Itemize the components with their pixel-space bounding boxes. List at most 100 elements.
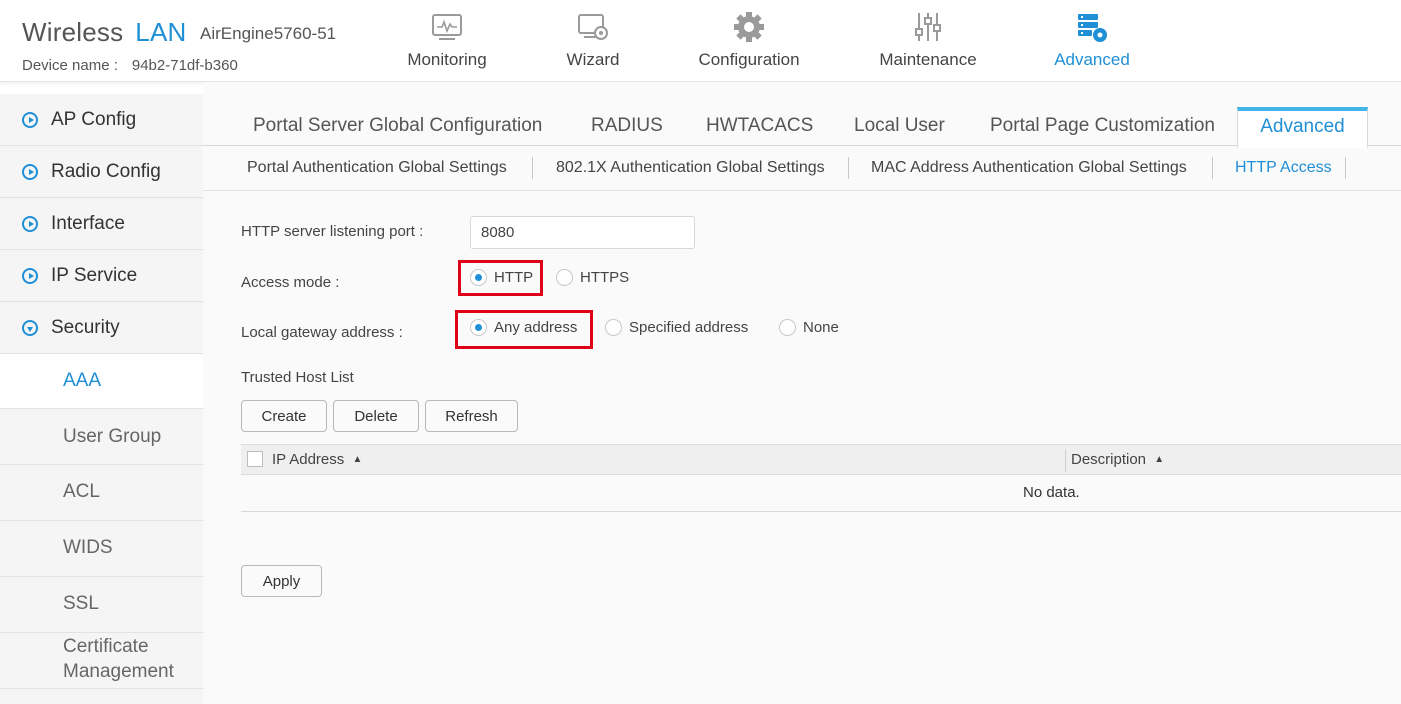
nav-label: Maintenance	[879, 50, 977, 69]
divider	[1345, 157, 1346, 179]
access-mode-label: Access mode :	[241, 274, 340, 291]
sort-asc-icon: ▲	[352, 454, 363, 465]
device-model: AirEngine5760-51	[200, 24, 337, 43]
nav-label: Configuration	[698, 50, 800, 69]
port-label: HTTP server listening port :	[241, 223, 424, 240]
tab-radius[interactable]: RADIUS	[591, 106, 663, 146]
trusted-host-list-title: Trusted Host List	[241, 369, 354, 386]
empty-table-message: No data.	[1023, 484, 1080, 501]
nav-label: Advanced	[1054, 50, 1130, 69]
collapse-arrow-icon	[22, 319, 38, 336]
tab-portal-server-global-configuration[interactable]: Portal Server Global Configuration	[253, 106, 542, 146]
sidebar-item-ip-service[interactable]: IP Service	[0, 250, 203, 302]
sort-asc-icon: ▲	[1154, 454, 1165, 465]
device-name: Device name : 94b2-71df-b360	[22, 57, 238, 74]
tab-advanced[interactable]: Advanced	[1237, 107, 1368, 148]
main-content: Portal Server Global Configuration RADIU…	[203, 82, 1401, 704]
product-logo: Wireless LAN	[22, 17, 186, 48]
radio-label: HTTP	[494, 269, 534, 286]
table-header: IP Address ▲ Description ▲	[241, 444, 1401, 475]
sidebar-subitem-label: SSL	[63, 593, 99, 614]
brand-lan: LAN	[135, 17, 187, 47]
expand-arrow-icon	[22, 163, 38, 180]
nav-advanced[interactable]: Advanced	[1022, 10, 1162, 70]
expand-arrow-icon	[22, 215, 38, 232]
sidebar-subitem-user-group[interactable]: User Group	[0, 409, 203, 465]
gateway-label: Local gateway address :	[241, 324, 403, 341]
sidebar-subitem-label: User Group	[63, 426, 162, 447]
sidebar: AP Config Radio Config Interface IP Serv…	[0, 94, 203, 704]
column-header-description[interactable]: Description ▲	[1071, 451, 1164, 468]
subtab-portal-authentication-global-settings[interactable]: Portal Authentication Global Settings	[247, 159, 507, 177]
nav-label: Wizard	[566, 50, 620, 69]
tab-bar: Portal Server Global Configuration RADIU…	[203, 106, 1401, 148]
expand-arrow-icon	[22, 267, 38, 284]
sidebar-subitem-acl[interactable]: ACL	[0, 465, 203, 521]
radio-unchecked-icon	[605, 319, 622, 336]
sidebar-subitem-aaa[interactable]: AAA	[0, 354, 203, 409]
gateway-specified-address-radio[interactable]: Specified address	[605, 319, 748, 336]
column-header-ip-address[interactable]: IP Address ▲	[272, 451, 362, 468]
column-header-label: Description	[1071, 451, 1147, 468]
tab-local-user[interactable]: Local User	[854, 106, 945, 146]
radio-label: Any address	[494, 319, 578, 336]
select-all-checkbox[interactable]	[247, 451, 263, 467]
nav-wizard[interactable]: Wizard	[523, 10, 663, 70]
sidebar-item-label: AP Config	[51, 108, 137, 130]
tab-portal-page-customization[interactable]: Portal Page Customization	[990, 106, 1215, 146]
access-mode-https-radio[interactable]: HTTPS	[556, 269, 629, 286]
device-name-value: 94b2-71df-b360	[131, 57, 238, 74]
subtab-8021x-authentication-global-settings[interactable]: 802.1X Authentication Global Settings	[556, 159, 825, 177]
sidebar-subitem-label: Certificate Management	[63, 636, 174, 682]
radio-label: None	[803, 319, 839, 336]
gateway-none-radio[interactable]: None	[779, 319, 839, 336]
divider	[848, 157, 849, 179]
sidebar-item-label: Security	[51, 316, 120, 338]
radio-label: HTTPS	[580, 269, 630, 286]
nav-monitoring[interactable]: Monitoring	[377, 10, 517, 70]
sidebar-subitem-certificate-management[interactable]: Certificate Management	[0, 633, 203, 689]
sidebar-subitem-wids[interactable]: WIDS	[0, 521, 203, 577]
create-button[interactable]: Create	[241, 400, 327, 432]
sidebar-subitem-label: WIDS	[63, 537, 113, 558]
sidebar-subitem-ssl[interactable]: SSL	[0, 577, 203, 633]
column-header-label: IP Address	[272, 451, 345, 468]
gear-icon	[734, 12, 764, 42]
tab-hwtacacs[interactable]: HWTACACS	[706, 106, 813, 146]
divider	[532, 157, 533, 179]
radio-checked-icon	[470, 319, 487, 336]
gateway-any-address-radio[interactable]: Any address	[470, 319, 577, 336]
delete-button[interactable]: Delete	[333, 400, 419, 432]
device-name-label: Device name :	[22, 57, 118, 74]
top-header: Wireless LAN AirEngine5760-51 Device name…	[0, 0, 1401, 82]
wizard-icon	[578, 14, 608, 40]
subtab-http-access[interactable]: HTTP Access	[1235, 159, 1332, 177]
radio-label: Specified address	[629, 319, 749, 336]
sidebar-item-label: Radio Config	[51, 160, 161, 182]
nav-maintenance[interactable]: Maintenance	[858, 10, 998, 70]
radio-unchecked-icon	[556, 269, 573, 286]
sidebar-item-interface[interactable]: Interface	[0, 198, 203, 250]
sliders-icon	[915, 13, 941, 41]
sidebar-item-ap-config[interactable]: AP Config	[0, 94, 203, 146]
refresh-button[interactable]: Refresh	[425, 400, 518, 432]
sidebar-item-security[interactable]: Security	[0, 302, 203, 354]
nav-configuration[interactable]: Configuration	[679, 10, 819, 70]
sidebar-item-radio-config[interactable]: Radio Config	[0, 146, 203, 198]
radio-unchecked-icon	[779, 319, 796, 336]
sidebar-item-label: IP Service	[51, 264, 138, 286]
brand-word: Wireless	[22, 17, 124, 47]
port-input[interactable]	[470, 216, 695, 249]
subtab-mac-address-authentication-global-settings[interactable]: MAC Address Authentication Global Settin…	[871, 159, 1187, 177]
sidebar-subitem-label: ACL	[63, 481, 100, 502]
table-bottom-border	[241, 511, 1401, 512]
nav-label: Monitoring	[407, 50, 487, 69]
sidebar-item-label: Interface	[51, 212, 125, 234]
expand-arrow-icon	[22, 111, 38, 128]
radio-checked-icon	[470, 269, 487, 286]
sub-tab-bar: Portal Authentication Global Settings 80…	[203, 146, 1401, 191]
column-divider[interactable]	[1065, 449, 1066, 472]
sidebar-subitem-label: AAA	[63, 370, 102, 391]
apply-button[interactable]: Apply	[241, 565, 322, 597]
access-mode-http-radio[interactable]: HTTP	[470, 269, 533, 286]
